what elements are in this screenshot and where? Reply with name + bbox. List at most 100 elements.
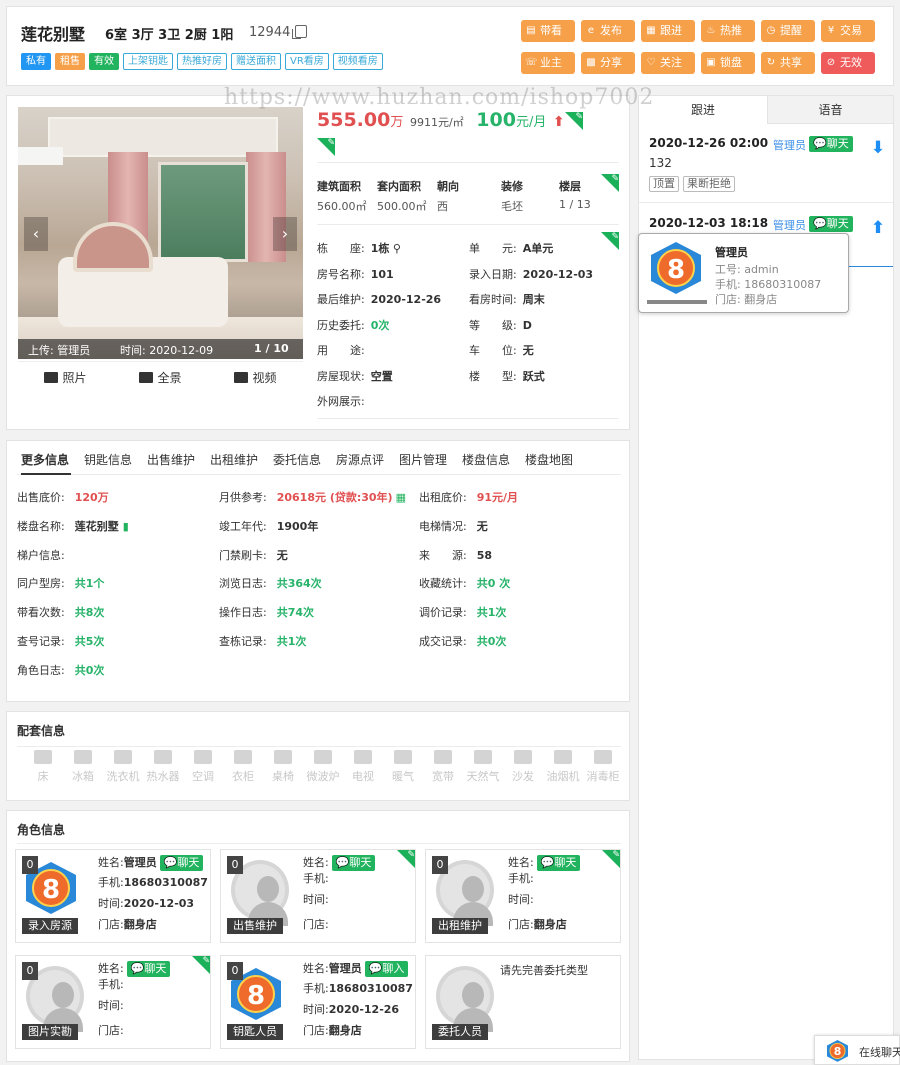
house-header: 莲花别墅 6室 3厅 3卫 2厨 1阳 12944 私有 租售 有效 上架钥匙 热推好房… [6, 6, 894, 86]
building-icon[interactable]: ▮ [123, 520, 129, 533]
action-note-button[interactable]: ▦ 跟进 [641, 20, 695, 42]
role-count-badge: 0 [227, 962, 243, 980]
more-label: 角色日志: [17, 663, 65, 677]
photo-tab-video[interactable]: 视频 [208, 362, 303, 393]
more-label: 门禁刷卡: [219, 548, 267, 562]
facility-icon [194, 750, 212, 764]
edit-role-icon[interactable] [192, 956, 210, 974]
chat-button[interactable]: 💬聊天 [809, 216, 853, 232]
detail-row: 车 位: 无 [469, 342, 534, 358]
action-ie-button[interactable]: e 发布 [581, 20, 635, 42]
action-phone-button[interactable]: ☏ 业主 [521, 52, 575, 74]
popup-job-no: 工号: admin [715, 263, 779, 276]
chat-button[interactable]: 💬聊天 [331, 855, 376, 871]
detail-row: 最后维护: 2020-12-26 [317, 291, 441, 307]
house-photo[interactable]: ‹ › 上传: 管理员 时间: 2020-12-09 1 / 10 [18, 107, 303, 359]
more-value[interactable]: 共0次 [477, 635, 507, 648]
collapse-up-icon[interactable]: ⬆ [870, 218, 886, 238]
more-value: 莲花别墅 [74, 519, 119, 533]
action-clipboard-button[interactable]: ▤ 带看 [521, 20, 575, 42]
action-heart-button[interactable]: ♡ 关注 [641, 52, 695, 74]
more-value[interactable]: 共0 次 [477, 577, 510, 590]
role-note: 请先完善委托类型 [500, 964, 588, 977]
role-time: 时间: [303, 893, 329, 906]
more-info-item: 同户型房: 共1个 [17, 575, 104, 591]
action-lock-button[interactable]: ▣ 锁盘 [701, 52, 755, 74]
more-label: 来 源: [419, 548, 467, 562]
house-tags: 私有 租售 有效 上架钥匙 热推好房 赠送面积 VR看房 视频看房 [21, 53, 383, 70]
edit-rent-icon[interactable] [317, 138, 335, 156]
photo-tab-image[interactable]: 照片 [18, 362, 113, 393]
facility-icon [354, 750, 372, 764]
edit-role-icon[interactable] [397, 850, 415, 868]
fire-icon: ♨ [706, 25, 716, 36]
chat-button[interactable]: 💬聊天 [536, 855, 581, 871]
role-name: 姓名: 💬聊天 [303, 854, 376, 871]
follow-tag: 顶置 [649, 176, 679, 192]
more-value[interactable]: 共74次 [277, 606, 314, 619]
chat-button[interactable]: 💬聊天 [809, 136, 853, 152]
more-tab[interactable]: 委托信息 [273, 451, 321, 468]
photo-tab-vr[interactable]: 全景 [113, 362, 208, 393]
spec-value: 毛坯 [501, 200, 523, 213]
facility-item: 宽带 [423, 750, 463, 784]
follow-user-2[interactable]: 管理员 [773, 217, 806, 233]
calculator-icon[interactable]: ▦ [396, 491, 406, 504]
edit-detail-icon[interactable] [601, 232, 619, 250]
more-tab[interactable]: 楼盘地图 [525, 451, 573, 468]
edit-spec-icon[interactable] [601, 174, 619, 192]
more-tab[interactable]: 更多信息 [21, 451, 69, 468]
more-tab[interactable]: 出售维护 [147, 451, 195, 468]
more-info-item: 梯户信息: [17, 547, 75, 563]
more-tab[interactable]: 房源点评 [336, 451, 384, 468]
photo-next-icon[interactable]: › [273, 217, 297, 251]
more-value[interactable]: 共5次 [75, 635, 105, 648]
more-tab[interactable]: 楼盘信息 [462, 451, 510, 468]
tab-follow[interactable]: 跟进 [639, 96, 767, 124]
more-tab[interactable]: 钥匙信息 [84, 451, 132, 468]
more-value[interactable]: 共364次 [277, 577, 322, 590]
action-yuan-button[interactable]: ¥ 交易 [821, 20, 875, 42]
detail-label: 等 级: [469, 318, 517, 332]
collapse-down-icon[interactable]: ⬇ [870, 138, 886, 158]
more-tab[interactable]: 图片管理 [399, 451, 447, 468]
follow-time-1: 2020-12-26 02:00 [649, 136, 769, 150]
chat-button[interactable]: 💬聊入 [364, 961, 409, 977]
detail-label: 楼 型: [469, 369, 517, 383]
action-clock-button[interactable]: ◷ 提醒 [761, 20, 815, 42]
detail-row: 房号名称: 101 [317, 266, 394, 282]
action-ban-button[interactable]: ⊘ 无效 [821, 52, 875, 74]
role-count-badge: 0 [227, 856, 243, 874]
more-value[interactable]: 共8次 [75, 606, 105, 619]
follow-tags-1: 顶置 果断拒绝 [649, 176, 735, 192]
action-refresh-button[interactable]: ↻ 共享 [761, 52, 815, 74]
location-pin-icon[interactable]: ⚲ [389, 242, 401, 255]
more-value[interactable]: 共1次 [277, 635, 307, 648]
more-value[interactable]: 共1个 [75, 577, 105, 590]
role-phone: 手机: [98, 978, 124, 991]
house-tag: 赠送面积 [231, 53, 281, 70]
more-label: 月供参考: [219, 491, 267, 504]
more-tab[interactable]: 出租维护 [210, 451, 258, 468]
tab-voice[interactable]: 语音 [767, 96, 893, 124]
chat-button[interactable]: 💬聊天 [159, 855, 204, 871]
more-value[interactable]: 共1次 [477, 606, 507, 619]
edit-role-icon[interactable] [602, 850, 620, 868]
more-value: 58 [476, 548, 493, 562]
photo-time: 时间: 2020-12-09 [120, 344, 214, 357]
follow-user-1[interactable]: 管理员 [773, 137, 806, 153]
house-id: 12944 [249, 25, 291, 40]
photo-prev-icon[interactable]: ‹ [24, 217, 48, 251]
more-value: 91元/月 [476, 491, 519, 504]
more-value[interactable]: 共0次 [75, 664, 105, 677]
more-info-item: 查号记录: 共5次 [17, 633, 104, 649]
chat-button[interactable]: 💬聊天 [126, 961, 171, 977]
edit-price-icon[interactable] [565, 112, 583, 130]
online-chat-bar[interactable]: 8 在线聊天 [814, 1035, 900, 1065]
action-qrcode-button[interactable]: ▩ 分享 [581, 52, 635, 74]
copy-icon[interactable] [292, 25, 307, 39]
role-time: 时间:2020-12-03 [98, 897, 195, 910]
more-value: 1900年 [276, 519, 319, 533]
action-fire-button[interactable]: ♨ 热推 [701, 20, 755, 42]
detail-label: 用 途: [317, 344, 365, 357]
